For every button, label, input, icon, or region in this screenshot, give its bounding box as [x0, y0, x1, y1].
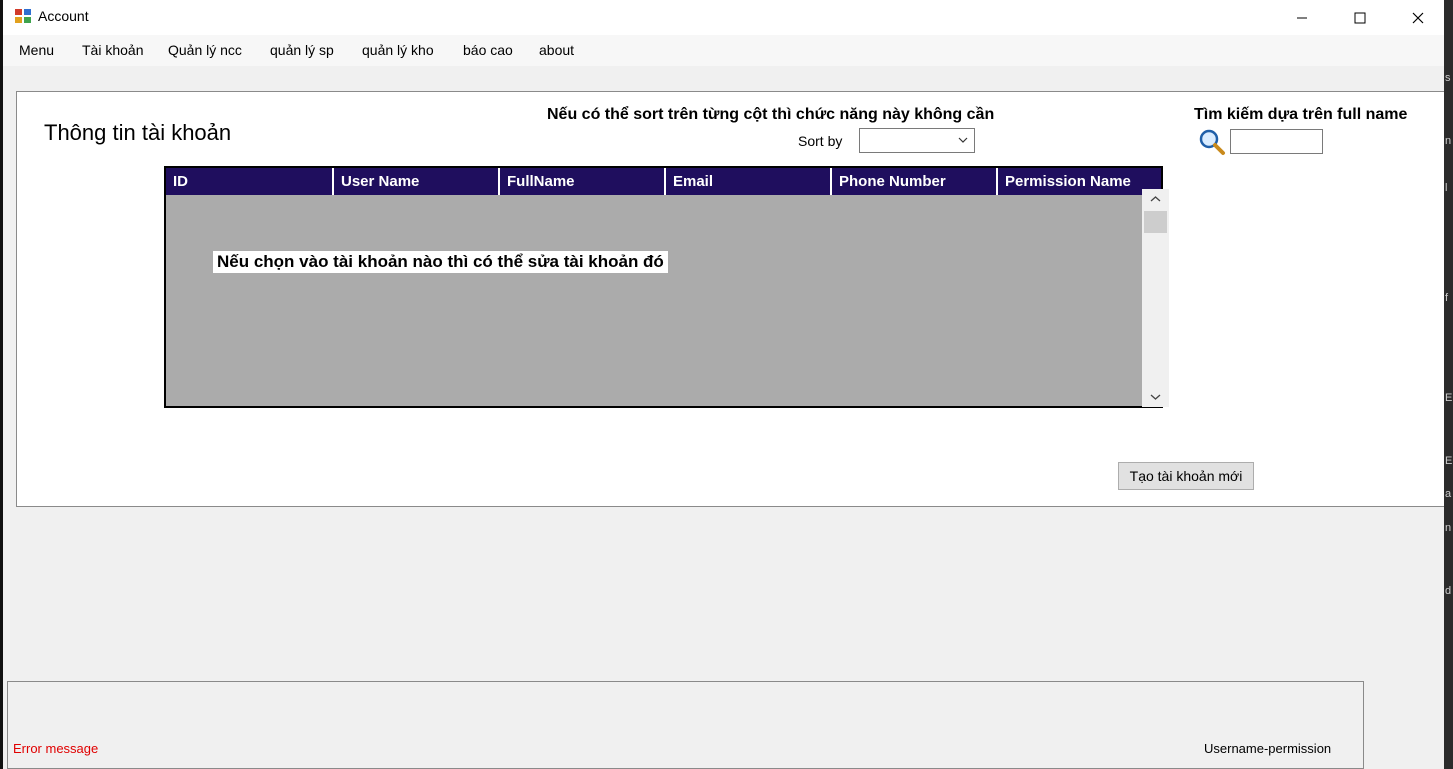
- accounts-grid[interactable]: ID User Name FullName Email Phone Number…: [164, 166, 1163, 408]
- menu-item-quan-ly-ncc[interactable]: Quản lý ncc: [168, 42, 242, 58]
- page-title: Thông tin tài khoản: [44, 120, 232, 145]
- menu-item-quan-ly-sp[interactable]: quản lý sp: [270, 42, 334, 58]
- background-app-strip: snl fEE and: [1443, 0, 1453, 769]
- minimize-button[interactable]: [1273, 0, 1331, 35]
- menu-item-tai-khoan[interactable]: Tài khoản: [82, 42, 143, 58]
- grid-scrollbar[interactable]: [1142, 189, 1169, 407]
- menu-item-about[interactable]: about: [539, 42, 574, 58]
- scroll-thumb[interactable]: [1144, 211, 1167, 233]
- title-bar: Account: [3, 0, 1444, 35]
- column-header-phone-number[interactable]: Phone Number: [830, 168, 996, 195]
- search-input[interactable]: [1230, 129, 1323, 154]
- create-account-button[interactable]: Tạo tài khoản mới: [1118, 462, 1254, 490]
- menu-item-menu[interactable]: Menu: [19, 42, 54, 58]
- error-message: Error message: [13, 741, 99, 756]
- scroll-up-icon[interactable]: [1150, 194, 1161, 205]
- column-header-id[interactable]: ID: [166, 168, 334, 195]
- column-header-user-name[interactable]: User Name: [332, 168, 498, 195]
- window-title: Account: [38, 8, 89, 24]
- close-button[interactable]: [1389, 0, 1444, 35]
- column-header-permission-name[interactable]: Permission Name: [996, 168, 1161, 195]
- app-icon: [15, 9, 32, 25]
- menu-item-bao-cao[interactable]: báo cao: [463, 42, 513, 58]
- search-note: Tìm kiếm dựa trên full name: [1194, 106, 1408, 123]
- maximize-button[interactable]: [1331, 0, 1389, 35]
- sort-by-select[interactable]: [859, 128, 975, 153]
- grid-edit-note: Nếu chọn vào tài khoản nào thì có thể sử…: [213, 251, 668, 273]
- scroll-down-icon[interactable]: [1150, 391, 1161, 402]
- sort-note: Nếu có thể sort trên từng cột thì chức n…: [547, 106, 995, 123]
- maximize-icon: [1354, 12, 1366, 23]
- menu-item-quan-ly-kho[interactable]: quản lý kho: [362, 42, 434, 58]
- grid-header: ID User Name FullName Email Phone Number…: [166, 168, 1161, 195]
- close-icon: [1412, 12, 1424, 23]
- status-panel: [7, 681, 1364, 769]
- menu-bar: Menu Tài khoản Quản lý ncc quản lý sp qu…: [3, 35, 1444, 66]
- column-header-email[interactable]: Email: [664, 168, 830, 195]
- minimize-icon: [1297, 17, 1307, 18]
- search-icon[interactable]: [1198, 128, 1226, 156]
- column-header-fullname[interactable]: FullName: [498, 168, 664, 195]
- account-window: Account Menu Tài khoản Quản lý ncc quản …: [0, 0, 1444, 769]
- username-permission-label: Username-permission: [1204, 741, 1332, 756]
- sort-by-label: Sort by: [798, 133, 843, 149]
- chevron-down-icon: [958, 137, 968, 143]
